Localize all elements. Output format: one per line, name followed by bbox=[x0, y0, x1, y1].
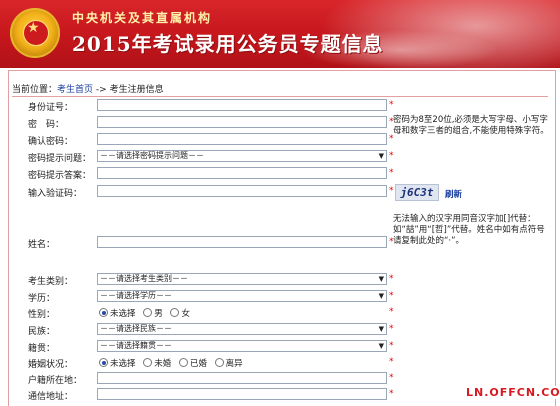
captcha-input[interactable] bbox=[97, 185, 387, 197]
education-label: 学历： bbox=[28, 294, 56, 304]
candidate-category-select[interactable]: －－请选择考生类别－－ ▼ bbox=[97, 273, 387, 285]
dropdown-arrow-icon: ▼ bbox=[378, 342, 384, 350]
name-rule-note: 无法输入的汉字用同音汉字加[]代替：如“喆”用“[哲]”代替。姓名中如有点符号请… bbox=[393, 214, 545, 246]
hint-answer-input[interactable] bbox=[97, 167, 387, 179]
required-mark: * bbox=[389, 324, 394, 334]
captcha-refresh-link[interactable]: 刷新 bbox=[445, 188, 462, 200]
marital-option-label: 未选择 bbox=[110, 359, 136, 369]
dropdown-arrow-icon: ▼ bbox=[378, 275, 384, 283]
gender-radio-female[interactable] bbox=[170, 308, 180, 317]
gender-radio-group: 未选择 男 女 bbox=[99, 307, 190, 319]
required-mark: * bbox=[389, 307, 394, 317]
gender-option-label: 女 bbox=[181, 309, 190, 319]
dropdown-arrow-icon: ▼ bbox=[378, 152, 384, 160]
header-banner: ★ 中央机关及其直属机构 2015年考试录用公务员专题信息 bbox=[0, 0, 560, 68]
divider bbox=[12, 96, 548, 97]
password-rule-note: 密码为8至20位,必须是大写字母、小写字母和数字三者的组合,不能使用特殊字符。 bbox=[393, 115, 549, 136]
hint-question-value: －－请选择密码提示问题－－ bbox=[100, 151, 204, 160]
hukou-input[interactable] bbox=[97, 372, 387, 384]
education-value: －－请选择学历－－ bbox=[100, 291, 172, 300]
captcha-image: j6C3t bbox=[395, 184, 439, 201]
confirm-password-input[interactable] bbox=[97, 133, 387, 145]
marital-radio-unselected[interactable] bbox=[99, 358, 108, 367]
hint-question-label: 密码提示问题： bbox=[28, 154, 92, 164]
address-input[interactable] bbox=[97, 388, 387, 400]
gender-radio-male[interactable] bbox=[143, 308, 153, 317]
ethnicity-label: 民族： bbox=[28, 327, 56, 337]
breadcrumb-home-link[interactable]: 考生首页 bbox=[57, 85, 93, 95]
captcha-label: 输入验证码： bbox=[28, 189, 83, 199]
marital-radio-single[interactable] bbox=[143, 358, 153, 367]
confirm-password-label: 确认密码： bbox=[28, 137, 74, 147]
origin-select[interactable]: －－请选择籍贯－－ ▼ bbox=[97, 340, 387, 352]
gender-radio-unselected[interactable] bbox=[99, 308, 108, 317]
candidate-category-value: －－请选择考生类别－－ bbox=[100, 274, 188, 283]
education-select[interactable]: －－请选择学历－－ ▼ bbox=[97, 290, 387, 302]
site-watermark: LN.OFFCN.COM bbox=[464, 386, 560, 399]
required-mark: * bbox=[389, 389, 394, 399]
required-mark: * bbox=[389, 341, 394, 351]
marital-option-label: 离异 bbox=[225, 359, 243, 369]
hukou-label: 户籍所在地： bbox=[28, 376, 83, 386]
origin-label: 籍贯： bbox=[28, 344, 56, 354]
breadcrumb-prefix: 当前位置： bbox=[12, 85, 58, 95]
marital-radio-divorced[interactable] bbox=[214, 358, 224, 367]
marital-radio-married[interactable] bbox=[178, 358, 188, 367]
marital-option-label: 未婚 bbox=[154, 359, 172, 369]
hint-question-select[interactable]: －－请选择密码提示问题－－ ▼ bbox=[97, 150, 387, 162]
breadcrumb: 当前位置：考生首页 -> 考生注册信息 bbox=[12, 82, 164, 95]
required-mark: * bbox=[389, 100, 394, 110]
required-mark: * bbox=[389, 357, 394, 367]
dropdown-arrow-icon: ▼ bbox=[378, 325, 384, 333]
gender-option-label: 男 bbox=[154, 309, 163, 319]
required-mark: * bbox=[389, 373, 394, 383]
password-label: 密 码： bbox=[28, 120, 65, 130]
name-input[interactable] bbox=[97, 236, 387, 248]
gender-option-label: 未选择 bbox=[110, 309, 136, 319]
marital-option-label: 已婚 bbox=[189, 359, 207, 369]
candidate-category-label: 考生类别： bbox=[28, 277, 74, 287]
id-number-label: 身份证号： bbox=[28, 103, 74, 113]
header-subtitle: 中央机关及其直属机构 bbox=[72, 11, 213, 25]
required-mark: * bbox=[389, 274, 394, 284]
required-mark: * bbox=[389, 134, 394, 144]
origin-value: －－请选择籍贯－－ bbox=[100, 341, 172, 350]
emblem-star-icon: ★ bbox=[27, 20, 40, 36]
marital-status-label: 婚姻状况： bbox=[28, 360, 74, 370]
required-mark: * bbox=[389, 168, 394, 178]
header-title: 2015年考试录用公务员专题信息 bbox=[72, 32, 384, 56]
name-label: 姓名： bbox=[28, 240, 56, 250]
required-mark: * bbox=[389, 237, 394, 247]
marital-radio-group: 未选择 未婚 已婚 离异 bbox=[99, 357, 243, 369]
id-number-input[interactable] bbox=[97, 99, 387, 111]
breadcrumb-separator: -> bbox=[95, 85, 107, 95]
ethnicity-select[interactable]: －－请选择民族－－ ▼ bbox=[97, 323, 387, 335]
dropdown-arrow-icon: ▼ bbox=[378, 292, 384, 300]
required-mark: * bbox=[389, 151, 394, 161]
breadcrumb-current: 考生注册信息 bbox=[109, 85, 164, 95]
hint-answer-label: 密码提示答案： bbox=[28, 171, 92, 181]
address-label: 通信地址： bbox=[28, 392, 74, 402]
national-emblem-icon: ★ bbox=[10, 8, 60, 58]
ethnicity-value: －－请选择民族－－ bbox=[100, 324, 172, 333]
required-mark: * bbox=[389, 291, 394, 301]
gender-label: 性别： bbox=[28, 310, 56, 320]
password-input[interactable] bbox=[97, 116, 387, 128]
required-mark: * bbox=[389, 186, 394, 196]
